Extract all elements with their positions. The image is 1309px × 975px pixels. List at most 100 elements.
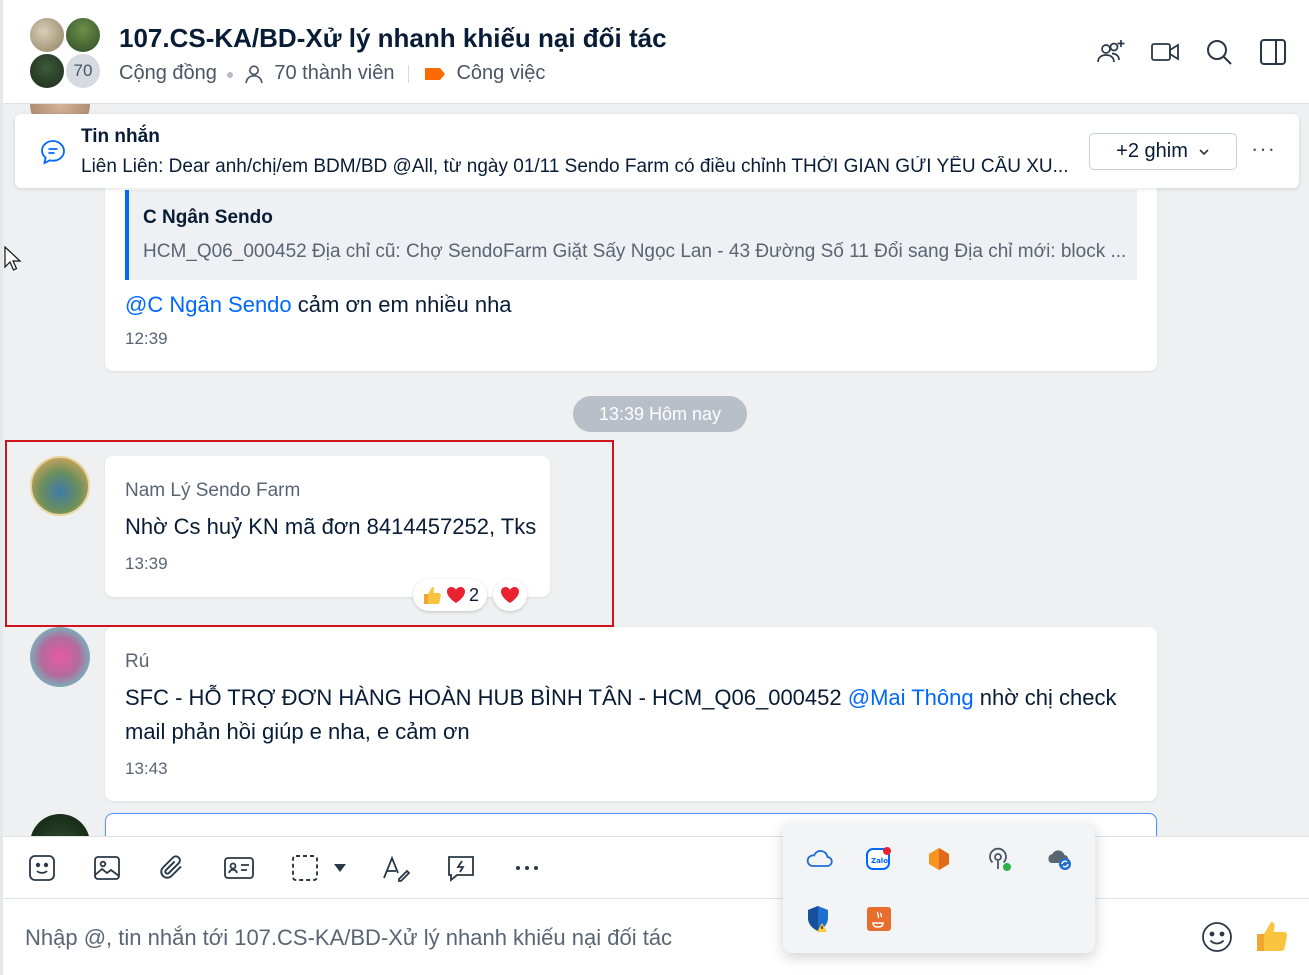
screenshot-options-button[interactable] — [325, 851, 355, 885]
sender-name[interactable]: Rú — [125, 651, 149, 673]
heart-icon — [501, 587, 520, 603]
lightning-bubble-icon — [448, 856, 474, 882]
quick-like-button[interactable] — [1253, 917, 1291, 955]
search-icon — [1207, 40, 1232, 65]
text-format-button[interactable] — [379, 851, 413, 885]
attach-file-button[interactable] — [155, 851, 189, 885]
message-text: Nhờ Cs huỷ KN mã đơn 8414457252, Tks — [125, 514, 537, 539]
chat-header: 70 107.CS-KA/BD-Xử lý nhanh khiếu nại đố… — [0, 0, 1309, 104]
sender-avatar[interactable] — [30, 456, 90, 516]
svg-text:Zalo: Zalo — [871, 857, 888, 865]
member-avatar — [28, 16, 66, 54]
caret-down-icon — [334, 864, 346, 872]
group-title[interactable]: 107.CS-KA/BD-Xử lý nhanh khiếu nại đối t… — [119, 23, 667, 54]
more-tools-button[interactable] — [510, 851, 544, 885]
sticker-button[interactable] — [25, 851, 59, 885]
composer-toolbar — [0, 836, 1309, 899]
react-heart-button[interactable] — [493, 579, 528, 611]
cloud-sync-icon — [1048, 850, 1071, 870]
community-label: Cộng đồng — [119, 62, 217, 84]
message-bubble[interactable]: Rú SFC - HỖ TRỢ ĐƠN HÀNG HOÀN HUB BÌNH T… — [105, 627, 1157, 801]
tray-item[interactable] — [803, 843, 835, 875]
mouse-cursor-icon — [4, 246, 22, 271]
security-shield-icon — [808, 906, 828, 932]
pinned-message-bar[interactable]: Tin nhắn Liên Liên: Dear anh/chị/em BDM/… — [15, 114, 1299, 188]
message-text: @C Ngân Sendo cảm ơn em nhiều nha — [125, 288, 512, 322]
emoji-button[interactable] — [1199, 919, 1235, 955]
smiley-icon — [1202, 922, 1232, 952]
java-icon — [867, 907, 891, 931]
member-avatar — [64, 16, 102, 54]
sender-avatar[interactable] — [30, 627, 90, 687]
quoted-sender: C Ngân Sendo — [143, 207, 273, 228]
quoted-text: HCM_Q06_000452 Địa chỉ cũ: Chợ SendoFarm… — [143, 241, 1127, 262]
date-divider: 13:39 Hôm nay — [573, 396, 747, 432]
sticker-icon — [29, 855, 55, 881]
tray-item[interactable] — [1043, 843, 1075, 875]
divider — [408, 64, 410, 83]
chevron-down-icon — [1199, 148, 1209, 155]
tray-item[interactable] — [803, 903, 835, 935]
reaction-count: 2 — [469, 584, 480, 605]
message-bubble[interactable]: C Ngân Sendo HCM_Q06_000452 Địa chỉ cũ: … — [105, 164, 1157, 371]
message-composer — [0, 899, 1309, 975]
toggle-sidebar-button[interactable] — [1257, 36, 1289, 68]
message-time: 13:43 — [125, 759, 168, 778]
video-camera-icon — [1151, 43, 1179, 61]
group-meta: Cộng đồng ● 70 thành viên Công việc — [119, 62, 545, 85]
message-text: SFC - HỖ TRỢ ĐƠN HÀNG HOÀN HUB BÌNH TÂN … — [125, 681, 1125, 749]
tag-label[interactable]: Công việc — [456, 62, 545, 85]
text-format-icon — [383, 855, 411, 882]
message-list[interactable]: Tin nhắn Liên Liên: Dear anh/chị/em BDM/… — [0, 104, 1309, 836]
onedrive-cloud-icon — [806, 850, 833, 867]
tag-icon — [425, 67, 446, 80]
contact-card-icon — [224, 857, 254, 879]
tray-item[interactable] — [923, 843, 955, 875]
heart-icon — [447, 587, 465, 603]
add-member-button[interactable] — [1095, 36, 1127, 68]
thumbs-up-icon — [424, 587, 441, 604]
pinned-options-button[interactable]: ··· — [1251, 136, 1276, 162]
search-button[interactable] — [1203, 36, 1235, 68]
orange-app-icon — [929, 848, 949, 870]
tray-item[interactable] — [983, 843, 1015, 875]
group-avatar[interactable]: 70 — [28, 16, 104, 92]
zalo-icon: Zalo — [866, 847, 891, 870]
mention-link[interactable]: @C Ngân Sendo — [125, 292, 292, 317]
message-body: SFC - HỖ TRỢ ĐƠN HÀNG HOÀN HUB BÌNH TÂN … — [125, 685, 848, 710]
dot-separator: ● — [225, 65, 235, 82]
quick-message-button[interactable] — [444, 851, 478, 885]
image-button[interactable] — [90, 851, 124, 885]
contact-card-button[interactable] — [222, 851, 256, 885]
more-dots-icon — [516, 866, 538, 870]
image-icon — [94, 856, 120, 880]
pinned-title: Tin nhắn — [81, 126, 160, 147]
sender-name[interactable]: Nam Lý Sendo Farm — [125, 480, 300, 502]
message-bubble[interactable]: Nam Lý Sendo Farm Nhờ Cs huỷ KN mã đơn 8… — [105, 456, 550, 597]
person-icon — [245, 64, 263, 83]
reactions: 2 — [413, 579, 528, 611]
quoted-message[interactable]: C Ngân Sendo HCM_Q06_000452 Địa chỉ cũ: … — [125, 190, 1137, 280]
video-call-button[interactable] — [1149, 36, 1181, 68]
screenshot-icon — [292, 855, 318, 881]
header-actions — [1095, 36, 1289, 68]
mention-link[interactable]: @Mai Thông — [848, 685, 974, 710]
member-avatar — [28, 52, 66, 90]
members-link[interactable]: 70 thành viên — [274, 62, 394, 85]
pinned-text[interactable]: Liên Liên: Dear anh/chị/em BDM/BD @All, … — [81, 156, 1071, 178]
screenshot-button[interactable] — [288, 851, 322, 885]
tray-item[interactable]: Zalo — [863, 843, 895, 875]
more-pins-button[interactable]: +2 ghim — [1089, 133, 1237, 170]
member-count-badge: 70 — [64, 52, 102, 90]
system-tray-overflow: Zalo — [783, 823, 1095, 953]
thumbs-up-icon — [1257, 922, 1288, 951]
sender-avatar[interactable] — [30, 814, 90, 836]
podcast-icon — [989, 847, 1011, 871]
reaction-summary[interactable]: 2 — [413, 579, 488, 611]
sidebar-panel-icon — [1260, 39, 1286, 65]
message-body: cảm ơn em nhiều nha — [291, 292, 512, 317]
more-pins-label: +2 ghim — [1116, 140, 1188, 162]
paperclip-icon — [160, 855, 182, 879]
message-input[interactable] — [25, 923, 785, 953]
tray-item[interactable] — [863, 903, 895, 935]
